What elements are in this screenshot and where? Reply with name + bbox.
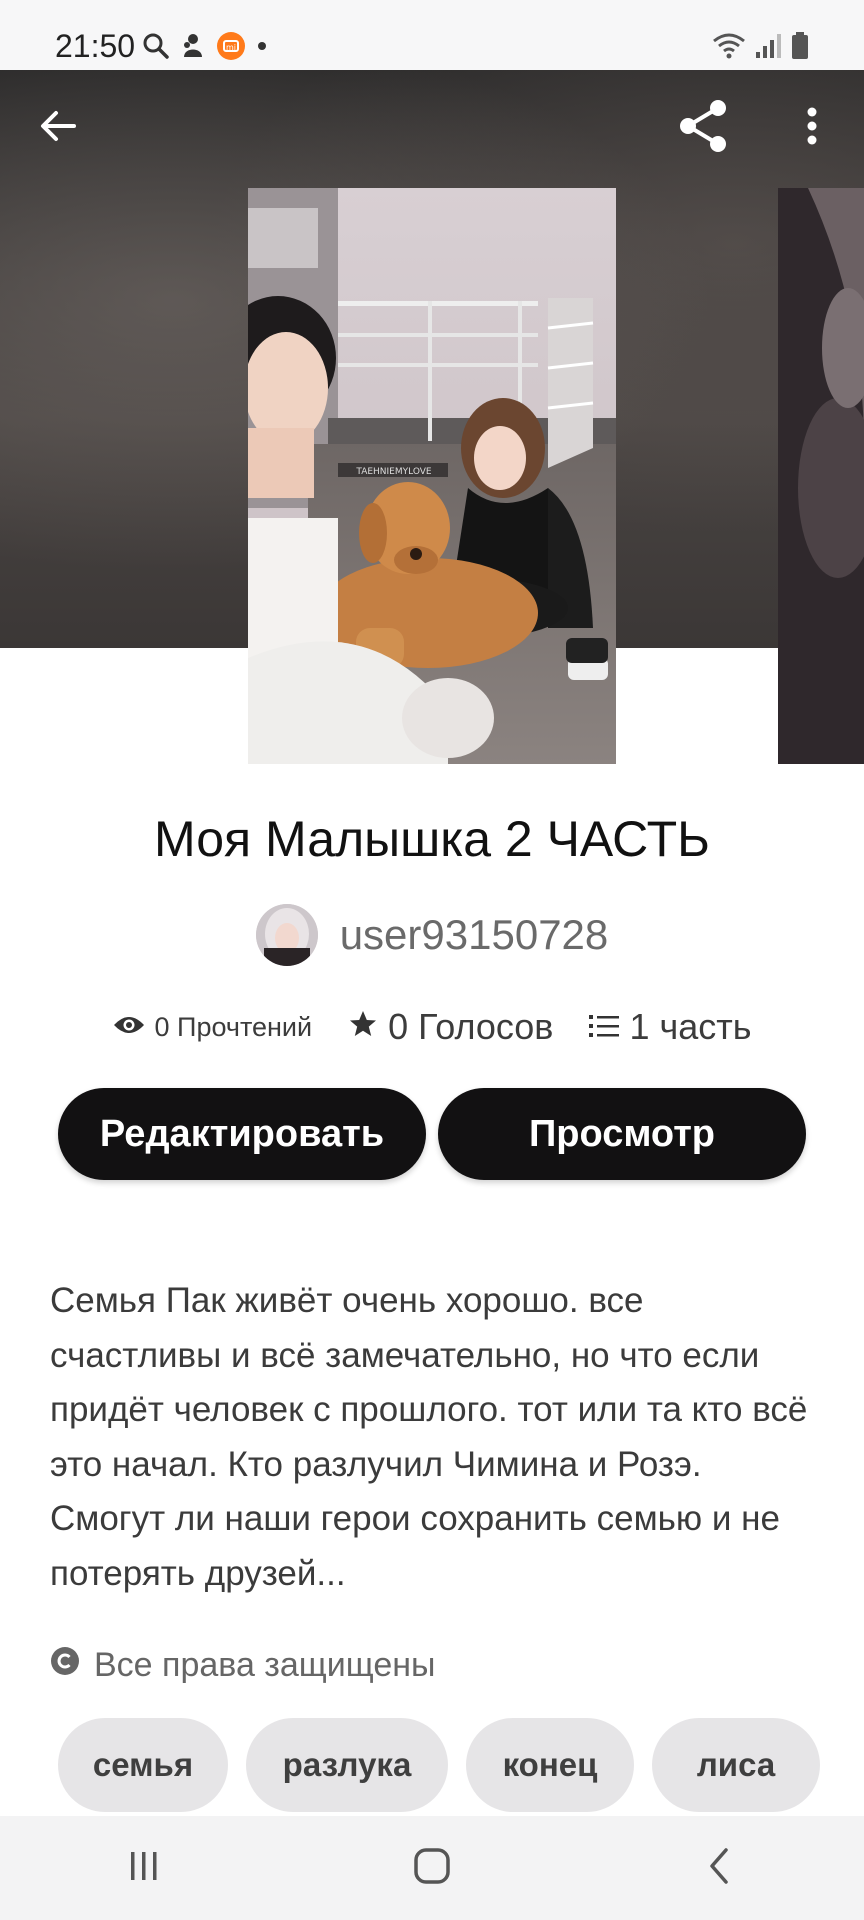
recent-apps-button[interactable] [84,1828,204,1908]
home-button[interactable] [372,1828,492,1908]
reads-count: 0 Прочтений [154,1011,313,1042]
recent-apps-icon [126,1848,162,1889]
signal-icon [754,32,782,65]
share-button[interactable] [668,92,740,164]
star-icon [348,1006,378,1048]
more-options-button[interactable] [776,92,848,164]
story-title: Моя Малышка 2 ЧАСТЬ [154,811,710,867]
home-icon [412,1846,452,1891]
votes-count: 0 Голосов [388,1006,554,1047]
list-icon [589,1006,620,1048]
arrow-left-icon [38,106,78,151]
preview-button[interactable]: Просмотр [438,1088,806,1180]
share-icon [676,98,732,159]
notification-icon [180,31,206,66]
reads-stat: 0 Прочтений [113,1011,313,1043]
avatar[interactable] [255,904,318,966]
tag-chip[interactable]: лиса [652,1718,820,1812]
tag-chip[interactable]: разлука [246,1718,448,1812]
copyright-icon [50,1646,80,1685]
wifi-icon [712,32,746,65]
cover-watermark: TAEHNIEMYLOVE [355,467,432,477]
status-left-icons: mi [142,30,268,66]
nav-back-button[interactable] [660,1828,780,1908]
search-icon [142,32,170,65]
status-right-icons [712,30,810,66]
copyright-label: Все права защищены [94,1646,436,1684]
status-bar: 21:50 mi [0,0,864,70]
edit-button[interactable]: Редактировать [58,1088,426,1180]
story-details-screen: 21:50 mi TAEHNIEMYLOVE Моя Малышка 2 ЧАС… [0,0,864,1920]
tags-row: семья разлука конец лиса [58,1718,820,1812]
status-time: 21:50 [55,28,136,64]
story-cover-image[interactable]: TAEHNIEMYLOVE [248,188,616,764]
author-row[interactable]: user93150728 [0,904,864,966]
copyright-row: Все права защищены [50,1646,435,1685]
story-stats: 0 Прочтений 0 Голосов 1 часть [0,1006,864,1048]
author-name[interactable]: user93150728 [340,910,609,960]
battery-icon [790,31,810,66]
more-vertical-icon [806,106,818,151]
dot-icon [256,39,268,57]
back-button[interactable] [22,92,94,164]
eye-icon [113,1012,145,1043]
story-description: Семья Пак живёт очень хорошо. все счастл… [50,1281,808,1593]
svg-text:mi: mi [226,43,236,52]
parts-count: 1 часть [629,1006,752,1047]
votes-stat: 0 Голосов [348,1006,553,1048]
mi-app-icon: mi [216,31,246,66]
system-nav-bar [0,1816,864,1920]
tag-chip[interactable]: конец [466,1718,634,1812]
nav-back-icon [706,1846,734,1891]
next-cover-preview[interactable] [778,188,864,764]
tag-chip[interactable]: семья [58,1718,228,1812]
parts-stat: 1 часть [589,1006,751,1048]
